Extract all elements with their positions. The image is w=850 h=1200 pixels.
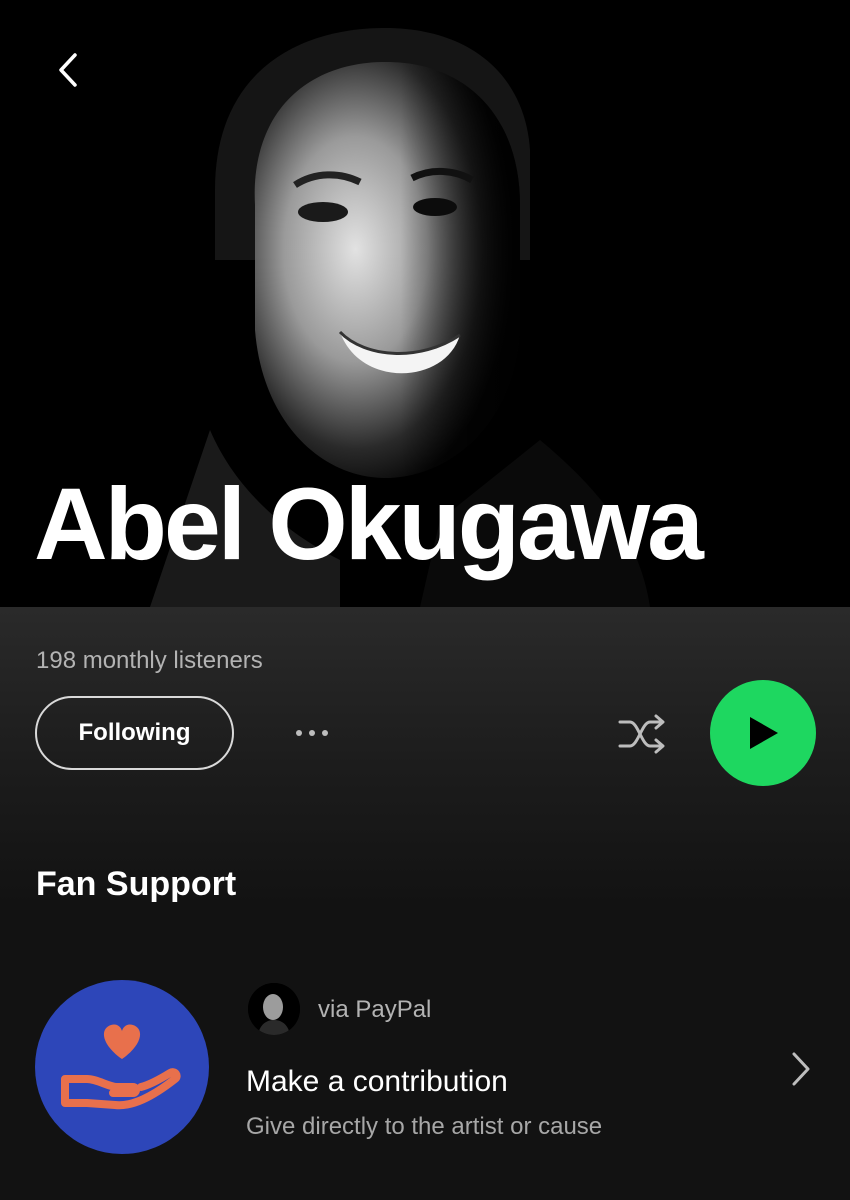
more-options-button[interactable] xyxy=(282,713,342,753)
monthly-listeners: 198 monthly listeners xyxy=(36,647,263,674)
contribution-row[interactable]: via PayPal Make a contribution Give dire… xyxy=(0,977,850,1154)
chevron-left-icon xyxy=(59,53,77,87)
chevron-right-icon xyxy=(784,1049,818,1089)
fan-support-logo xyxy=(35,980,209,1154)
shuffle-button[interactable] xyxy=(612,709,672,759)
contribution-title: Make a contribution xyxy=(246,1065,508,1098)
contribution-subtitle: Give directly to the artist or cause xyxy=(246,1113,603,1140)
fan-support-heading: Fan Support xyxy=(36,865,237,903)
artist-header: Abel Okugawa xyxy=(0,0,850,607)
play-icon xyxy=(750,717,778,749)
play-button[interactable] xyxy=(710,680,816,786)
via-paypal-label: via PayPal xyxy=(318,996,432,1023)
back-button[interactable] xyxy=(40,42,96,98)
artist-content: 198 monthly listeners Following Fan Supp… xyxy=(0,607,850,1200)
following-button[interactable]: Following xyxy=(35,696,234,770)
heart-in-hand-icon xyxy=(61,1024,181,1110)
artist-name: Abel Okugawa xyxy=(34,467,704,581)
shuffle-icon xyxy=(618,714,665,754)
more-horizontal-icon xyxy=(296,730,302,736)
artist-avatar xyxy=(248,983,300,1035)
